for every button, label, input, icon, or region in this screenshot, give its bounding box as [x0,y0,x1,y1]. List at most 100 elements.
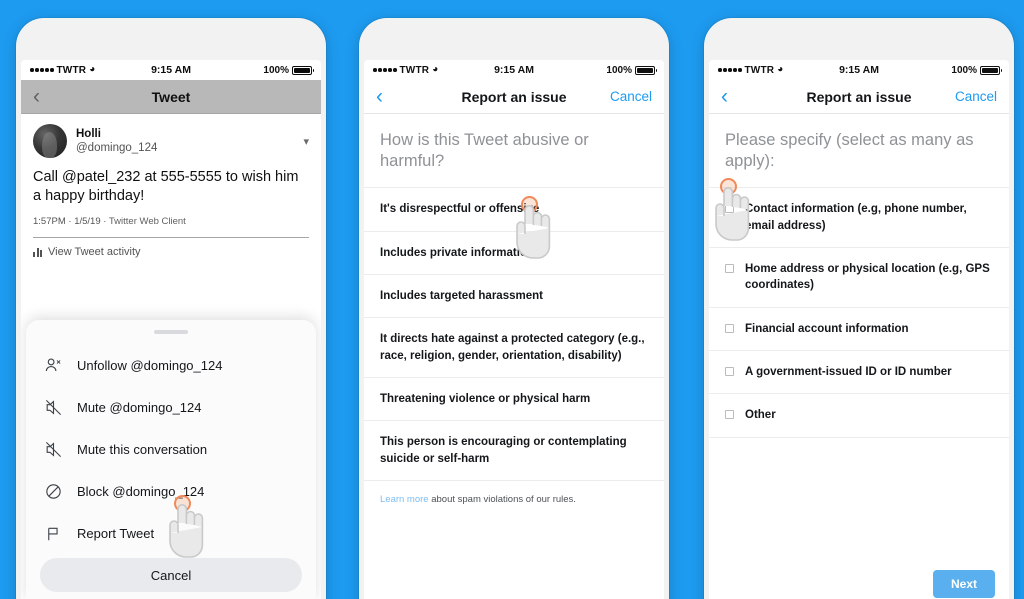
carrier-label: TWTR [56,64,87,76]
phone-frame-2: TWTR ◕ 9:15 AM 100% ‹ Report an issue Ca… [359,18,669,599]
prompt-text-2: How is this Tweet abusive or harmful? [364,114,664,189]
status-bar-1: TWTR ◕ 9:15 AM 100% [21,60,321,80]
sheet-item-mute-conversation[interactable]: Mute this conversation [26,428,316,470]
checkbox-label: Home address or physical location (e.g, … [745,262,990,292]
battery-percent-label: 100% [606,64,632,76]
sheet-item-unfollow[interactable]: Unfollow @domingo_124 [26,344,316,386]
tweet-handle: @domingo_124 [76,142,158,154]
status-bar-left: TWTR ◕ [718,65,783,76]
view-tweet-activity-row[interactable]: View Tweet activity [21,238,321,266]
sheet-drag-handle[interactable] [154,330,188,334]
cancel-button-2[interactable]: Cancel [610,89,652,104]
battery-percent-label: 100% [951,64,977,76]
checkbox-icon[interactable] [725,410,734,420]
sheet-item-block[interactable]: Block @domingo_124 [26,470,316,512]
report-option-disrespectful[interactable]: It's disrespectful or offensive [364,188,664,232]
battery-icon [980,65,1002,75]
sheet-item-label: Unfollow @domingo_124 [77,357,223,373]
page-title-1: Tweet [151,88,191,105]
screen-report-specify: TWTR ◕ 9:15 AM 100% ‹ Report an issue Ca… [709,60,1009,599]
footnote-rest-text: about spam violations of our rules. [428,493,576,505]
tweet-date: 1/5/19 [74,216,101,228]
battery-icon [635,65,657,75]
sheet-item-label: Mute this conversation [77,441,208,457]
mute-icon [46,441,61,457]
status-bar-3: TWTR ◕ 9:15 AM 100% [709,60,1009,80]
nav-bar-2: ‹ Report an issue Cancel [364,80,664,114]
report-option-targeted-harassment[interactable]: Includes targeted harassment [364,275,664,319]
checkbox-icon[interactable] [725,204,734,214]
sheet-item-mute-user[interactable]: Mute @domingo_124 [26,386,316,428]
checkbox-row-financial-account[interactable]: Financial account information [709,308,1009,351]
report-option-hate-protected-category[interactable]: It directs hate against a protected cate… [364,318,664,378]
wifi-icon: ◕ [89,64,96,75]
status-bar-2: TWTR ◕ 9:15 AM 100% [364,60,664,80]
status-bar-right: 100% [263,64,314,76]
report-option-private-information[interactable]: Includes private information [364,232,664,275]
sheet-item-report-tweet[interactable]: Report Tweet [26,512,316,554]
prompt-text-3: Please specify (select as many as apply)… [709,114,1009,189]
tweet-author: Holli @domingo_124 [76,127,294,156]
sheet-item-label: Block @domingo_124 [77,483,205,499]
report-reason-list: How is this Tweet abusive or harmful? It… [364,114,664,599]
carrier-label: TWTR [399,64,430,76]
mute-icon [46,399,61,415]
back-chevron-left-icon[interactable]: ‹ [721,86,728,107]
wifi-icon: ◕ [777,64,784,75]
checkbox-label: Contact information (e.g, phone number, … [745,203,967,232]
status-bar-left: TWTR ◕ [30,65,95,76]
checkbox-icon[interactable] [725,323,734,333]
learn-more-link[interactable]: Learn more [380,494,429,505]
phone-frame-3: TWTR ◕ 9:15 AM 100% ‹ Report an issue Ca… [704,18,1014,599]
status-bar-left: TWTR ◕ [373,65,438,76]
action-sheet: Unfollow @domingo_124 Mute @domingo_124 … [26,320,316,599]
checkbox-row-home-address[interactable]: Home address or physical location (e.g, … [709,248,1009,308]
checkbox-row-government-id[interactable]: A government-issued ID or ID number [709,351,1009,395]
tweet-source-link[interactable]: Twitter Web Client [109,216,186,227]
signal-dots-icon [373,68,397,72]
nav-bar-1: ‹ Tweet [21,80,321,114]
specify-checkbox-list: Please specify (select as many as apply)… [709,114,1009,599]
next-button[interactable]: Next [932,570,995,598]
view-tweet-activity-label: View Tweet activity [48,246,141,259]
signal-dots-icon [718,68,742,72]
tweet-time: 1:57PM [33,216,66,228]
sheet-cancel-button[interactable]: Cancel [40,558,302,592]
nav-bar-3: ‹ Report an issue Cancel [709,80,1009,114]
checkbox-row-other[interactable]: Other [709,394,1009,438]
status-bar-right: 100% [951,64,1002,76]
checkbox-label: Other [745,409,776,422]
bar-chart-icon [33,247,42,258]
wifi-icon: ◕ [432,64,439,75]
back-chevron-left-icon[interactable]: ‹ [33,86,40,107]
footnote-spam-rules: Learn more about spam violations of our … [364,481,664,518]
back-chevron-left-icon[interactable]: ‹ [376,86,383,107]
tweet-text: Call @patel_232 at 555-5555 to wish him … [33,169,299,205]
screen-tweet: TWTR ◕ 9:15 AM 100% ‹ Tweet Holli @domin… [21,60,321,599]
battery-percent-label: 100% [263,64,289,76]
tweet-meta: 1:57PM · 1/5/19 · Twitter Web Client [21,210,321,237]
status-bar-right: 100% [606,64,657,76]
checkbox-icon[interactable] [725,263,734,273]
checkbox-label: A government-issued ID or ID number [745,365,952,378]
cancel-button-3[interactable]: Cancel [955,89,997,104]
report-option-threatening-violence[interactable]: Threatening violence or physical harm [364,378,664,422]
checkbox-icon[interactable] [725,366,734,376]
tweet-display-name: Holli [76,127,101,140]
checkbox-label: Financial account information [745,322,909,335]
phone-frame-1: TWTR ◕ 9:15 AM 100% ‹ Tweet Holli @domin… [16,18,326,599]
person-remove-icon [45,358,61,371]
checkbox-row-contact-information[interactable]: Contact information (e.g, phone number, … [709,188,1009,248]
sheet-item-label: Mute @domingo_124 [77,399,202,415]
tweet-menu-chevron-down-icon[interactable]: ▾ [303,135,309,148]
next-button-bar: Next [709,558,1009,599]
block-icon [46,483,61,499]
screen-report-reason: TWTR ◕ 9:15 AM 100% ‹ Report an issue Ca… [364,60,664,599]
battery-icon [292,65,314,75]
tweet-header: Holli @domingo_124 ▾ [21,114,321,162]
carrier-label: TWTR [744,64,775,76]
flag-icon [48,527,58,540]
sheet-item-label: Report Tweet [77,525,155,541]
avatar[interactable] [33,124,67,158]
report-option-suicide-self-harm[interactable]: This person is encouraging or contemplat… [364,421,664,481]
